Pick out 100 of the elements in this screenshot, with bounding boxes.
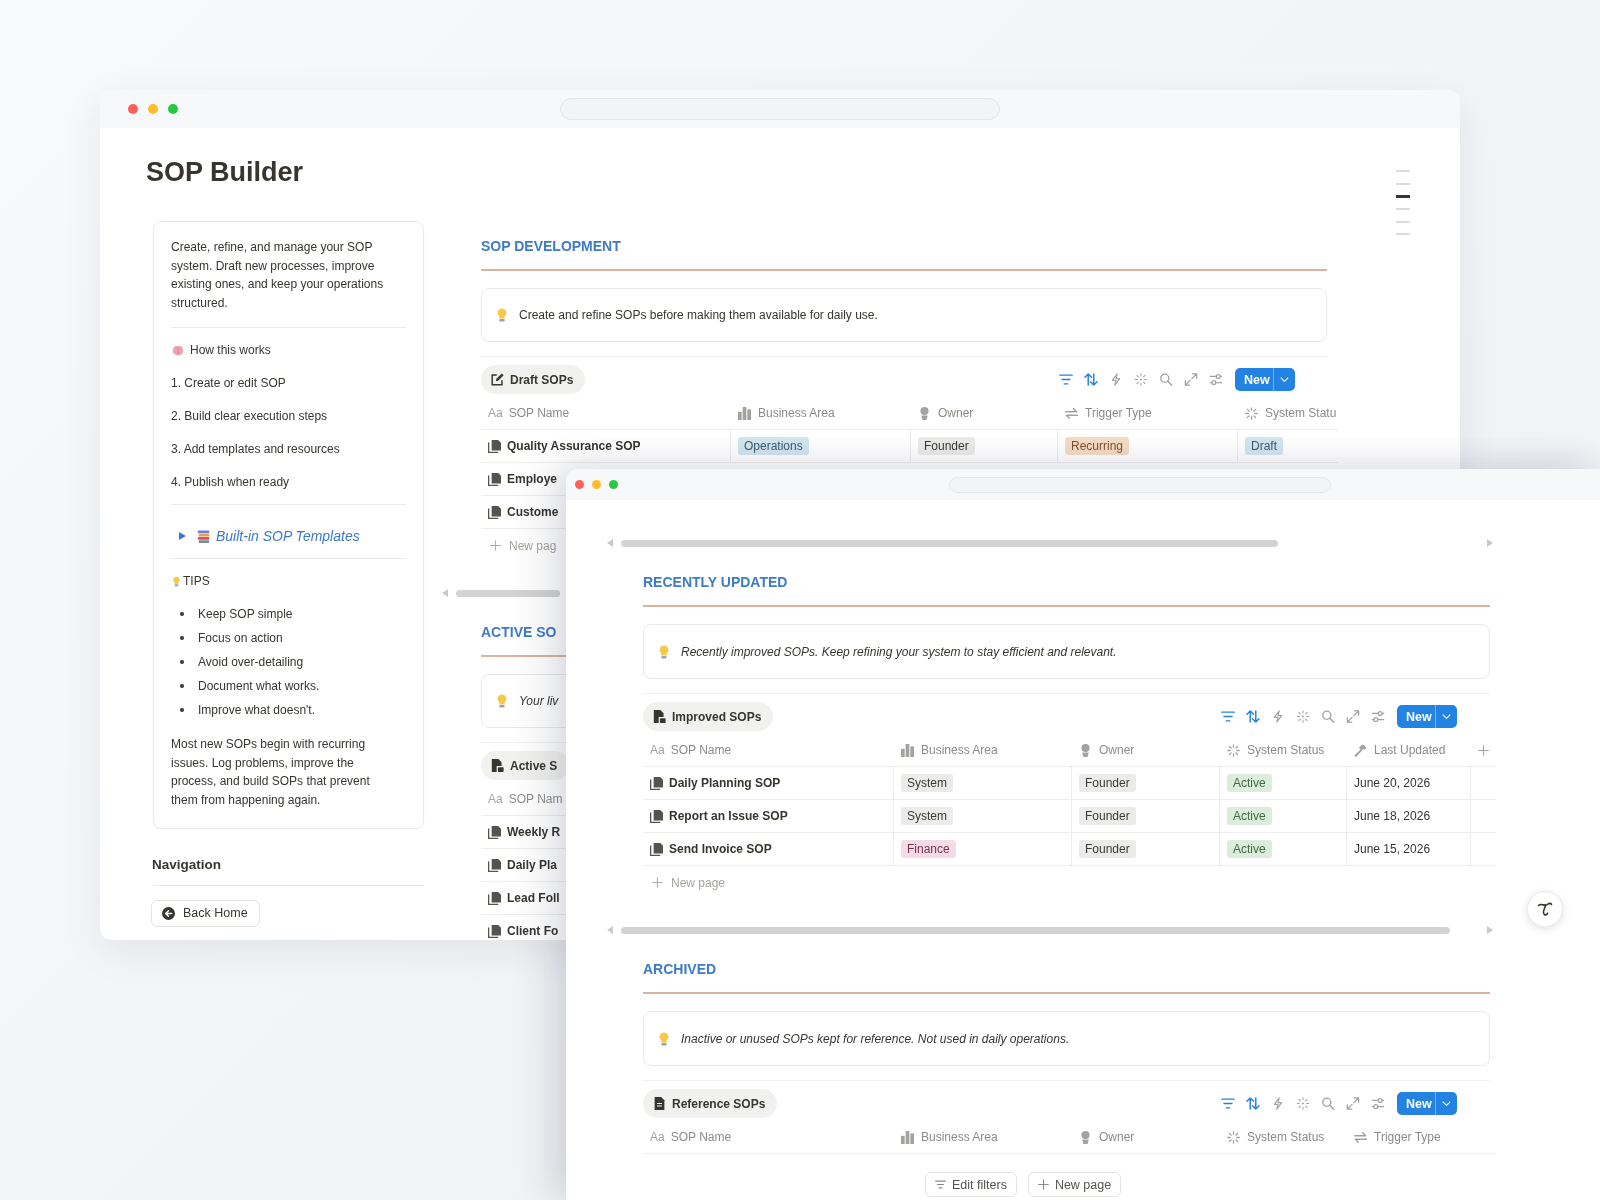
outline-marker[interactable]	[1396, 195, 1410, 198]
sop-name[interactable]: Weekly R	[507, 825, 561, 839]
column-header[interactable]: Trigger Type	[1085, 406, 1152, 420]
sliders-icon[interactable]	[1371, 710, 1385, 723]
sop-name[interactable]: Daily Pla	[507, 858, 558, 872]
spinner-icon	[1245, 406, 1258, 420]
section-label: How this works	[190, 343, 271, 358]
lightning-icon[interactable]	[1271, 710, 1285, 723]
outline-marker[interactable]	[1396, 170, 1410, 172]
trigger-tag: Recurring	[1065, 437, 1130, 455]
sort-icon[interactable]	[1084, 373, 1098, 386]
new-page-button[interactable]: New pag	[490, 538, 557, 553]
search-icon[interactable]	[1321, 1097, 1335, 1110]
burst-icon[interactable]	[1296, 710, 1310, 723]
sop-name[interactable]: Custome	[507, 505, 559, 519]
column-header[interactable]: Business Area	[921, 743, 998, 757]
scroll-left-icon[interactable]	[607, 539, 613, 547]
spinner-icon	[1227, 743, 1240, 757]
view-tab[interactable]: Draft SOPs	[481, 365, 586, 394]
lightning-icon[interactable]	[1271, 1097, 1285, 1110]
scroll-right-icon[interactable]	[1487, 926, 1493, 934]
sop-name[interactable]: Send Invoice SOP	[669, 842, 772, 856]
zoom-control-icon[interactable]	[168, 104, 178, 114]
new-page-button[interactable]: New page	[1027, 1172, 1122, 1197]
sop-name[interactable]: Report an Issue SOP	[669, 809, 788, 823]
lightning-icon[interactable]	[1109, 373, 1123, 386]
sliders-icon[interactable]	[1371, 1097, 1385, 1110]
column-header[interactable]: System Statu	[1265, 406, 1337, 420]
column-header[interactable]: SOP Name	[670, 743, 732, 757]
document-icon	[653, 1097, 666, 1110]
scrollbar-thumb[interactable]	[456, 589, 560, 597]
close-control-icon[interactable]	[575, 480, 584, 489]
edit-filters-button[interactable]: Edit filters	[925, 1172, 1017, 1197]
new-button[interactable]: New	[1397, 1092, 1457, 1115]
search-icon[interactable]	[1321, 710, 1335, 723]
scroll-right-icon[interactable]	[1487, 539, 1493, 547]
spinner-icon	[1227, 1130, 1240, 1144]
view-tab[interactable]: Improved SOPs	[643, 702, 774, 731]
new-button[interactable]: New	[1235, 368, 1295, 391]
floating-button[interactable]	[1527, 891, 1563, 927]
column-header[interactable]: Last Updated	[1374, 743, 1446, 757]
sop-name[interactable]: Lead Foll	[507, 891, 560, 905]
sop-name[interactable]: Client Fo	[507, 924, 559, 938]
column-header[interactable]: Owner	[1099, 1130, 1135, 1144]
tip-text: Avoid over-detailing	[198, 654, 304, 669]
sort-icon[interactable]	[1246, 1097, 1260, 1110]
callout-text: Your liv	[519, 694, 559, 708]
sop-name[interactable]: Daily Planning SOP	[669, 776, 781, 790]
toggle-triangle-icon[interactable]	[179, 532, 186, 541]
page-icon	[650, 776, 663, 790]
toggle-link[interactable]: Built-in SOP Templates	[171, 528, 360, 545]
close-control-icon[interactable]	[128, 104, 138, 114]
sop-name[interactable]: Quality Assurance SOP	[507, 439, 641, 453]
plus-icon	[490, 540, 501, 551]
caret-icon[interactable]	[1280, 377, 1289, 382]
expand-icon[interactable]	[1184, 373, 1198, 386]
filter-icon[interactable]	[1059, 373, 1073, 386]
intro-text: Create, refine, and manage your SOP system. Draft new processes, improve existing ones, and keep your operations structured.	[171, 239, 385, 313]
scrollbar-thumb[interactable]	[621, 539, 1278, 547]
column-header[interactable]: SOP Nam	[508, 792, 563, 806]
column-header[interactable]: Owner	[1099, 743, 1135, 757]
column-header[interactable]: System Status	[1247, 743, 1325, 757]
add-column-icon[interactable]	[1478, 744, 1489, 756]
column-header[interactable]: Owner	[938, 406, 974, 420]
filter-icon[interactable]	[1221, 710, 1235, 723]
scrollbar-thumb[interactable]	[621, 926, 1450, 934]
zoom-control-icon[interactable]	[609, 480, 618, 489]
page-title: SOP Builder	[146, 156, 304, 189]
outline-marker[interactable]	[1396, 208, 1410, 210]
view-tab[interactable]: Reference SOPs	[643, 1089, 778, 1118]
new-button[interactable]: New	[1397, 705, 1457, 728]
new-page-button[interactable]: New page	[652, 875, 726, 890]
caret-icon[interactable]	[1442, 714, 1451, 719]
column-header[interactable]: System Status	[1247, 1130, 1325, 1144]
scroll-left-icon[interactable]	[607, 926, 613, 934]
column-header[interactable]: SOP Name	[508, 406, 570, 420]
column-header[interactable]: Business Area	[921, 1130, 998, 1144]
search-icon[interactable]	[1159, 373, 1173, 386]
column-header[interactable]: Trigger Type	[1374, 1130, 1441, 1144]
bullet-icon	[180, 683, 184, 688]
burst-icon[interactable]	[1134, 373, 1148, 386]
expand-icon[interactable]	[1346, 1097, 1360, 1110]
outline-marker[interactable]	[1396, 233, 1410, 235]
sop-name[interactable]: Employe	[507, 472, 557, 486]
outline-marker[interactable]	[1396, 182, 1410, 185]
filter-icon[interactable]	[1221, 1097, 1235, 1110]
sort-icon[interactable]	[1246, 710, 1260, 723]
column-header[interactable]: Business Area	[758, 406, 835, 420]
caret-icon[interactable]	[1442, 1101, 1451, 1106]
sliders-icon[interactable]	[1209, 373, 1223, 386]
scroll-left-icon[interactable]	[442, 589, 448, 597]
outline-marker[interactable]	[1396, 220, 1410, 223]
date-text: June 20, 2026	[1354, 776, 1431, 790]
column-header[interactable]: SOP Name	[670, 1130, 732, 1144]
step-text: 1. Create or edit SOP	[171, 376, 286, 391]
minimize-control-icon[interactable]	[148, 104, 158, 114]
minimize-control-icon[interactable]	[592, 480, 601, 489]
back-home-button[interactable]: Back Home	[151, 899, 260, 927]
expand-icon[interactable]	[1346, 710, 1360, 723]
burst-icon[interactable]	[1296, 1097, 1310, 1110]
